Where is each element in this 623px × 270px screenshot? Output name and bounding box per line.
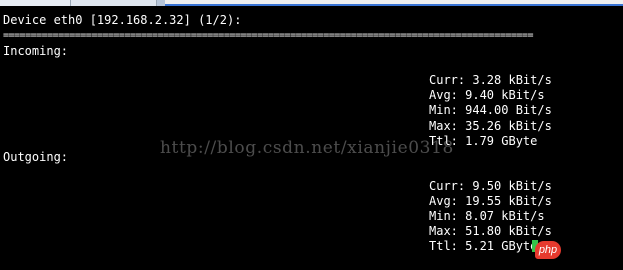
incoming-min: Min: 944.00 Bit/s [429, 103, 552, 117]
outgoing-label: Outgoing: [3, 150, 69, 164]
incoming-ttl: Ttl: 1.79 GByte [429, 134, 538, 148]
device-line: Device eth0 [192.168.2.32] (1/2): [3, 13, 242, 27]
outgoing-ttl: Ttl: 5.21 GByte [429, 239, 538, 253]
blog-watermark: http://blog.csdn.net/xianjie0318 [160, 138, 454, 158]
php-logo-icon: php [535, 241, 561, 259]
outgoing-avg: Avg: 19.55 kBit/s [429, 194, 552, 208]
window-tab-bar [0, 0, 623, 6]
tab-2[interactable] [71, 0, 157, 6]
incoming-avg: Avg: 9.40 kBit/s [429, 88, 545, 102]
incoming-max: Max: 35.26 kBit/s [429, 119, 552, 133]
tab-3[interactable] [157, 0, 165, 6]
incoming-label: Incoming: [3, 44, 69, 58]
outgoing-min: Min: 8.07 kBit/s [429, 209, 545, 223]
tab-1[interactable] [0, 0, 71, 6]
separator-line: ========================================… [3, 31, 533, 40]
outgoing-max: Max: 51.80 kBit/s [429, 224, 552, 238]
outgoing-curr: Curr: 9.50 kBit/s [429, 179, 552, 193]
incoming-curr: Curr: 3.28 kBit/s [429, 73, 552, 87]
active-tab-indicator [165, 4, 623, 6]
